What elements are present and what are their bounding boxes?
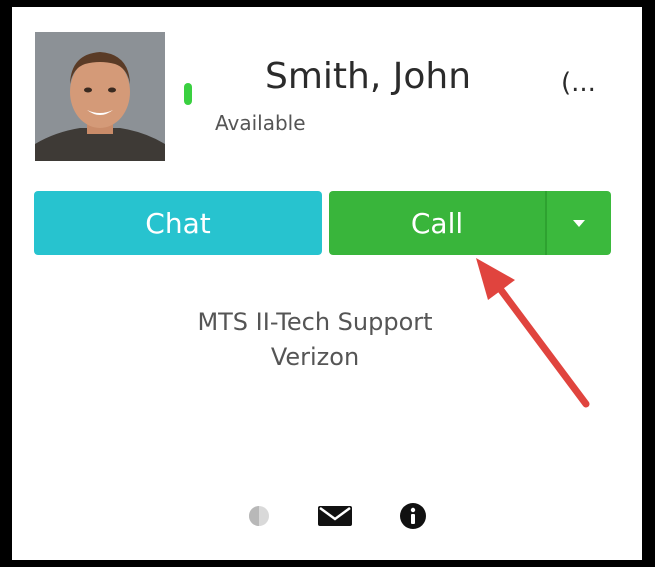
chat-button[interactable]: Chat xyxy=(34,191,322,255)
chevron-down-icon xyxy=(573,219,585,227)
call-options-dropdown[interactable] xyxy=(545,191,611,255)
info-icon[interactable] xyxy=(398,502,428,530)
mail-icon[interactable] xyxy=(315,502,355,530)
job-title: MTS II-Tech Support xyxy=(197,308,433,336)
contact-name: Smith, John xyxy=(265,56,472,97)
avatar[interactable] xyxy=(35,32,165,161)
presence-status: Available xyxy=(215,111,306,135)
company-name: Verizon xyxy=(270,343,360,371)
presence-icon[interactable] xyxy=(245,502,273,530)
avatar-image xyxy=(35,32,165,161)
call-button[interactable]: Call xyxy=(329,191,545,255)
presence-indicator xyxy=(184,83,192,105)
contact-name-overflow: (... xyxy=(561,68,596,98)
